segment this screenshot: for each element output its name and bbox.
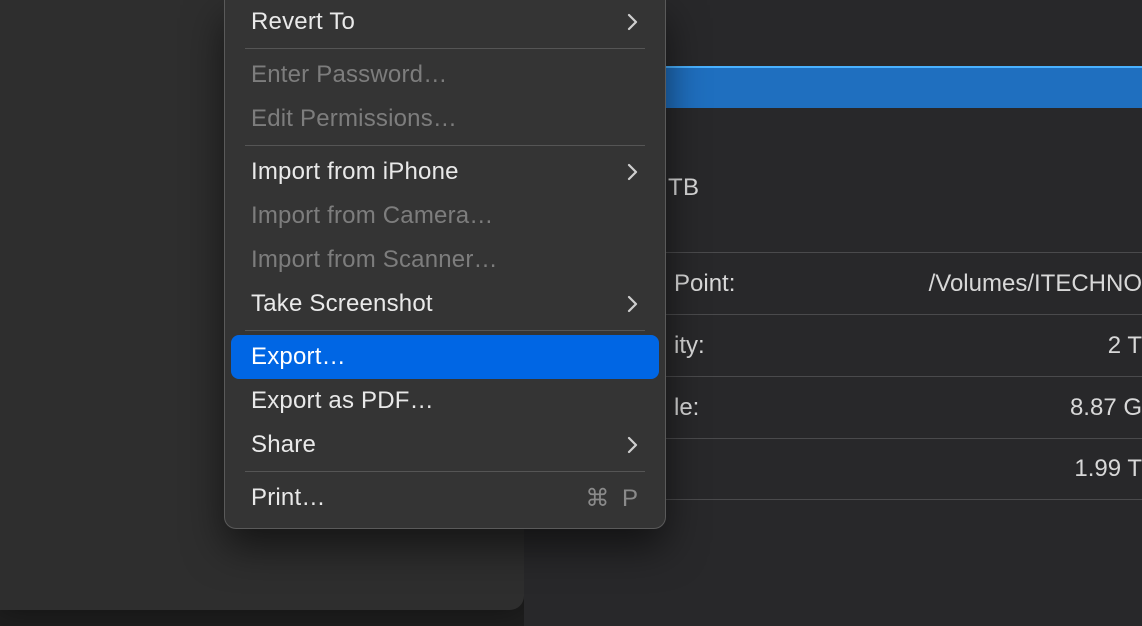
menu-separator bbox=[245, 145, 645, 146]
menu-item-enter-password: Enter Password… bbox=[231, 53, 659, 97]
menu-separator bbox=[245, 471, 645, 472]
menu-item-label: Take Screenshot bbox=[251, 290, 623, 318]
chevron-right-icon bbox=[623, 295, 641, 313]
file-menu-dropdown[interactable]: Revert To Enter Password… Edit Permissio… bbox=[224, 0, 666, 529]
chevron-right-icon bbox=[623, 13, 641, 31]
menu-item-export-pdf[interactable]: Export as PDF… bbox=[231, 379, 659, 423]
info-value-fragment: /Volumes/ITECHNO bbox=[735, 270, 1142, 298]
menu-item-share[interactable]: Share bbox=[231, 423, 659, 467]
menu-separator bbox=[245, 330, 645, 331]
menu-item-import-iphone[interactable]: Import from iPhone bbox=[231, 150, 659, 194]
menu-item-label: Import from Camera… bbox=[251, 202, 641, 230]
menu-item-label: Print… bbox=[251, 484, 585, 512]
menu-item-label: Export as PDF… bbox=[251, 387, 641, 415]
menu-item-import-camera: Import from Camera… bbox=[231, 194, 659, 238]
menu-item-label: Edit Permissions… bbox=[251, 105, 641, 133]
menu-item-export[interactable]: Export… bbox=[231, 335, 659, 379]
menu-separator bbox=[245, 48, 645, 49]
menu-item-edit-permissions: Edit Permissions… bbox=[231, 97, 659, 141]
info-value-fragment: 2 T bbox=[705, 332, 1142, 360]
menu-item-revert-to[interactable]: Revert To bbox=[231, 0, 659, 44]
info-value-fragment: 1.99 T bbox=[674, 455, 1142, 483]
info-value-fragment: 8.87 G bbox=[699, 394, 1142, 422]
menu-item-label: Enter Password… bbox=[251, 61, 641, 89]
menu-item-import-scanner: Import from Scanner… bbox=[231, 238, 659, 282]
menu-item-label: Share bbox=[251, 431, 623, 459]
menu-item-label: Revert To bbox=[251, 8, 623, 36]
menu-item-shortcut: ⌘ P bbox=[585, 484, 641, 513]
menu-item-label: Export… bbox=[251, 343, 641, 371]
menu-item-label: Import from iPhone bbox=[251, 158, 623, 186]
info-capacity-fragment: TB bbox=[668, 174, 699, 202]
menu-item-print[interactable]: Print… ⌘ P bbox=[231, 476, 659, 520]
menu-item-take-screenshot[interactable]: Take Screenshot bbox=[231, 282, 659, 326]
chevron-right-icon bbox=[623, 436, 641, 454]
chevron-right-icon bbox=[623, 163, 641, 181]
menu-item-label: Import from Scanner… bbox=[251, 246, 641, 274]
